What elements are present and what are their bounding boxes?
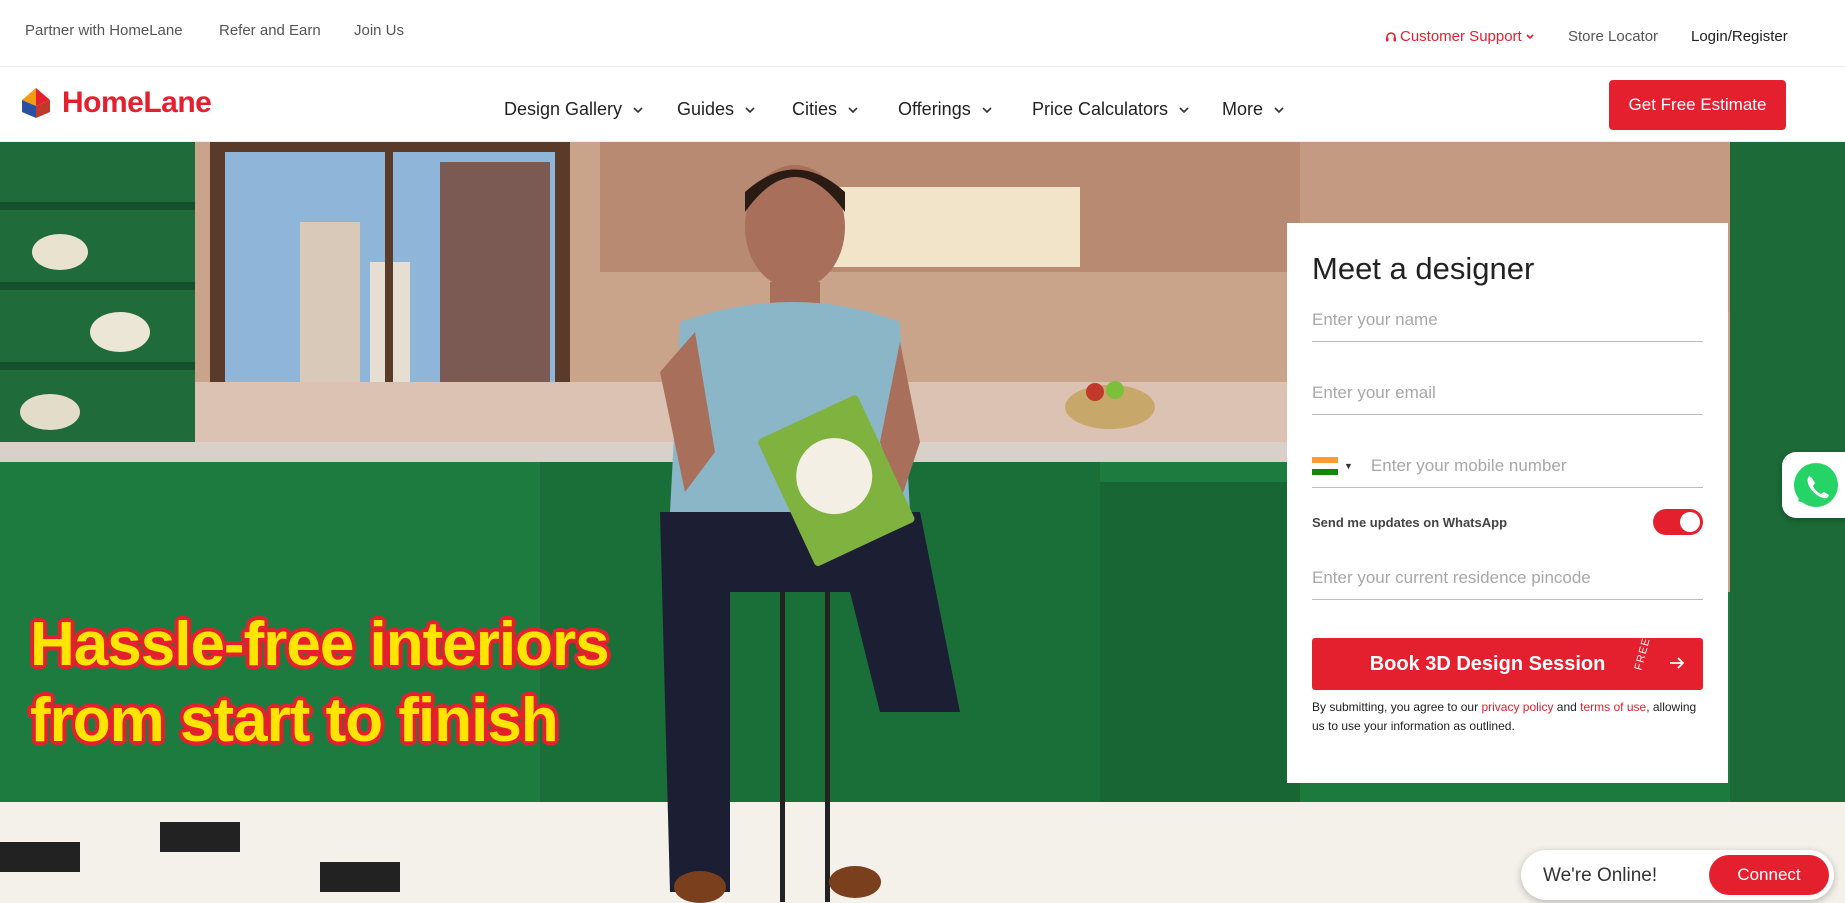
refer-earn-link[interactable]: Refer and Earn	[219, 22, 321, 39]
disclaimer-text: and	[1553, 700, 1581, 714]
nav-label: Guides	[677, 99, 735, 119]
toggle-knob	[1680, 512, 1700, 532]
nav-cities[interactable]: Cities	[792, 99, 859, 120]
nav-label: Cities	[792, 99, 838, 119]
nav-offerings[interactable]: Offerings	[898, 99, 993, 120]
pincode-field	[1312, 556, 1703, 600]
live-chat-widget: We're Online! Connect	[1521, 850, 1834, 900]
nav-label: Price Calculators	[1032, 99, 1169, 119]
book-3d-session-button[interactable]: Book 3D Design Session FREE	[1312, 636, 1703, 690]
pincode-input[interactable]	[1312, 556, 1703, 599]
whatsapp-updates-row: Send me updates on WhatsApp	[1312, 509, 1703, 535]
nav-more[interactable]: More	[1222, 99, 1285, 120]
meet-designer-form: Meet a designer ▼ Send me updates on Wha…	[1287, 223, 1728, 783]
whatsapp-updates-label: Send me updates on WhatsApp	[1312, 514, 1508, 530]
top-utility-bar: Partner with HomeLane Refer and Earn Joi…	[0, 0, 1845, 67]
chevron-down-icon	[1526, 33, 1534, 39]
privacy-policy-link[interactable]: privacy policy	[1481, 700, 1553, 714]
join-us-link[interactable]: Join Us	[354, 22, 404, 39]
form-disclaimer: By submitting, you agree to our privacy …	[1312, 698, 1707, 736]
mobile-field: ▼	[1312, 444, 1703, 488]
country-caret-icon[interactable]: ▼	[1344, 461, 1353, 471]
store-locator-link[interactable]: Store Locator	[1568, 28, 1658, 45]
brand-name: HomeLane	[62, 86, 212, 119]
get-free-estimate-button[interactable]: Get Free Estimate	[1609, 80, 1786, 130]
india-flag-icon[interactable]	[1312, 456, 1338, 475]
chevron-down-icon	[745, 106, 755, 113]
nav-label: More	[1222, 99, 1264, 119]
hero-headline-line2: from start to finish	[30, 686, 559, 755]
chevron-down-icon	[848, 106, 858, 113]
email-field	[1312, 371, 1703, 415]
name-field	[1312, 298, 1703, 342]
chevron-down-icon	[1274, 106, 1284, 113]
chat-status-text: We're Online!	[1543, 865, 1658, 886]
homelane-logo-icon	[22, 88, 50, 118]
whatsapp-toggle[interactable]	[1653, 509, 1703, 535]
chevron-down-icon	[633, 106, 643, 113]
hero-headline: Hassle-free interiors from start to fini…	[30, 607, 610, 759]
partner-link[interactable]: Partner with HomeLane	[25, 22, 183, 39]
homelane-logo[interactable]: HomeLane	[18, 86, 212, 120]
headset-icon	[1386, 31, 1396, 41]
chat-connect-button[interactable]: Connect	[1709, 855, 1829, 895]
whatsapp-float-button[interactable]	[1782, 452, 1845, 518]
nav-price-calculators[interactable]: Price Calculators	[1032, 99, 1190, 120]
whatsapp-icon	[1794, 463, 1838, 507]
chevron-down-icon	[1179, 106, 1189, 113]
terms-of-use-link[interactable]: terms of use	[1580, 700, 1646, 714]
form-title: Meet a designer	[1312, 251, 1535, 286]
nav-guides[interactable]: Guides	[677, 99, 756, 120]
main-navbar: HomeLane Design Gallery Guides Cities Of…	[0, 67, 1845, 142]
chevron-down-icon	[982, 106, 992, 113]
email-input[interactable]	[1312, 371, 1703, 414]
customer-support-dropdown[interactable]: Customer Support	[1385, 28, 1535, 45]
name-input[interactable]	[1312, 298, 1703, 341]
login-register-link[interactable]: Login/Register	[1691, 28, 1788, 45]
nav-label: Design Gallery	[504, 99, 623, 119]
mobile-input[interactable]	[1370, 444, 1703, 487]
nav-design-gallery[interactable]: Design Gallery	[504, 99, 644, 120]
hero-headline-line1: Hassle-free interiors	[30, 610, 610, 679]
arrow-right-icon	[1670, 657, 1685, 669]
customer-support-label: Customer Support	[1400, 28, 1522, 45]
disclaimer-text: By submitting, you agree to our	[1312, 700, 1482, 714]
nav-label: Offerings	[898, 99, 971, 119]
